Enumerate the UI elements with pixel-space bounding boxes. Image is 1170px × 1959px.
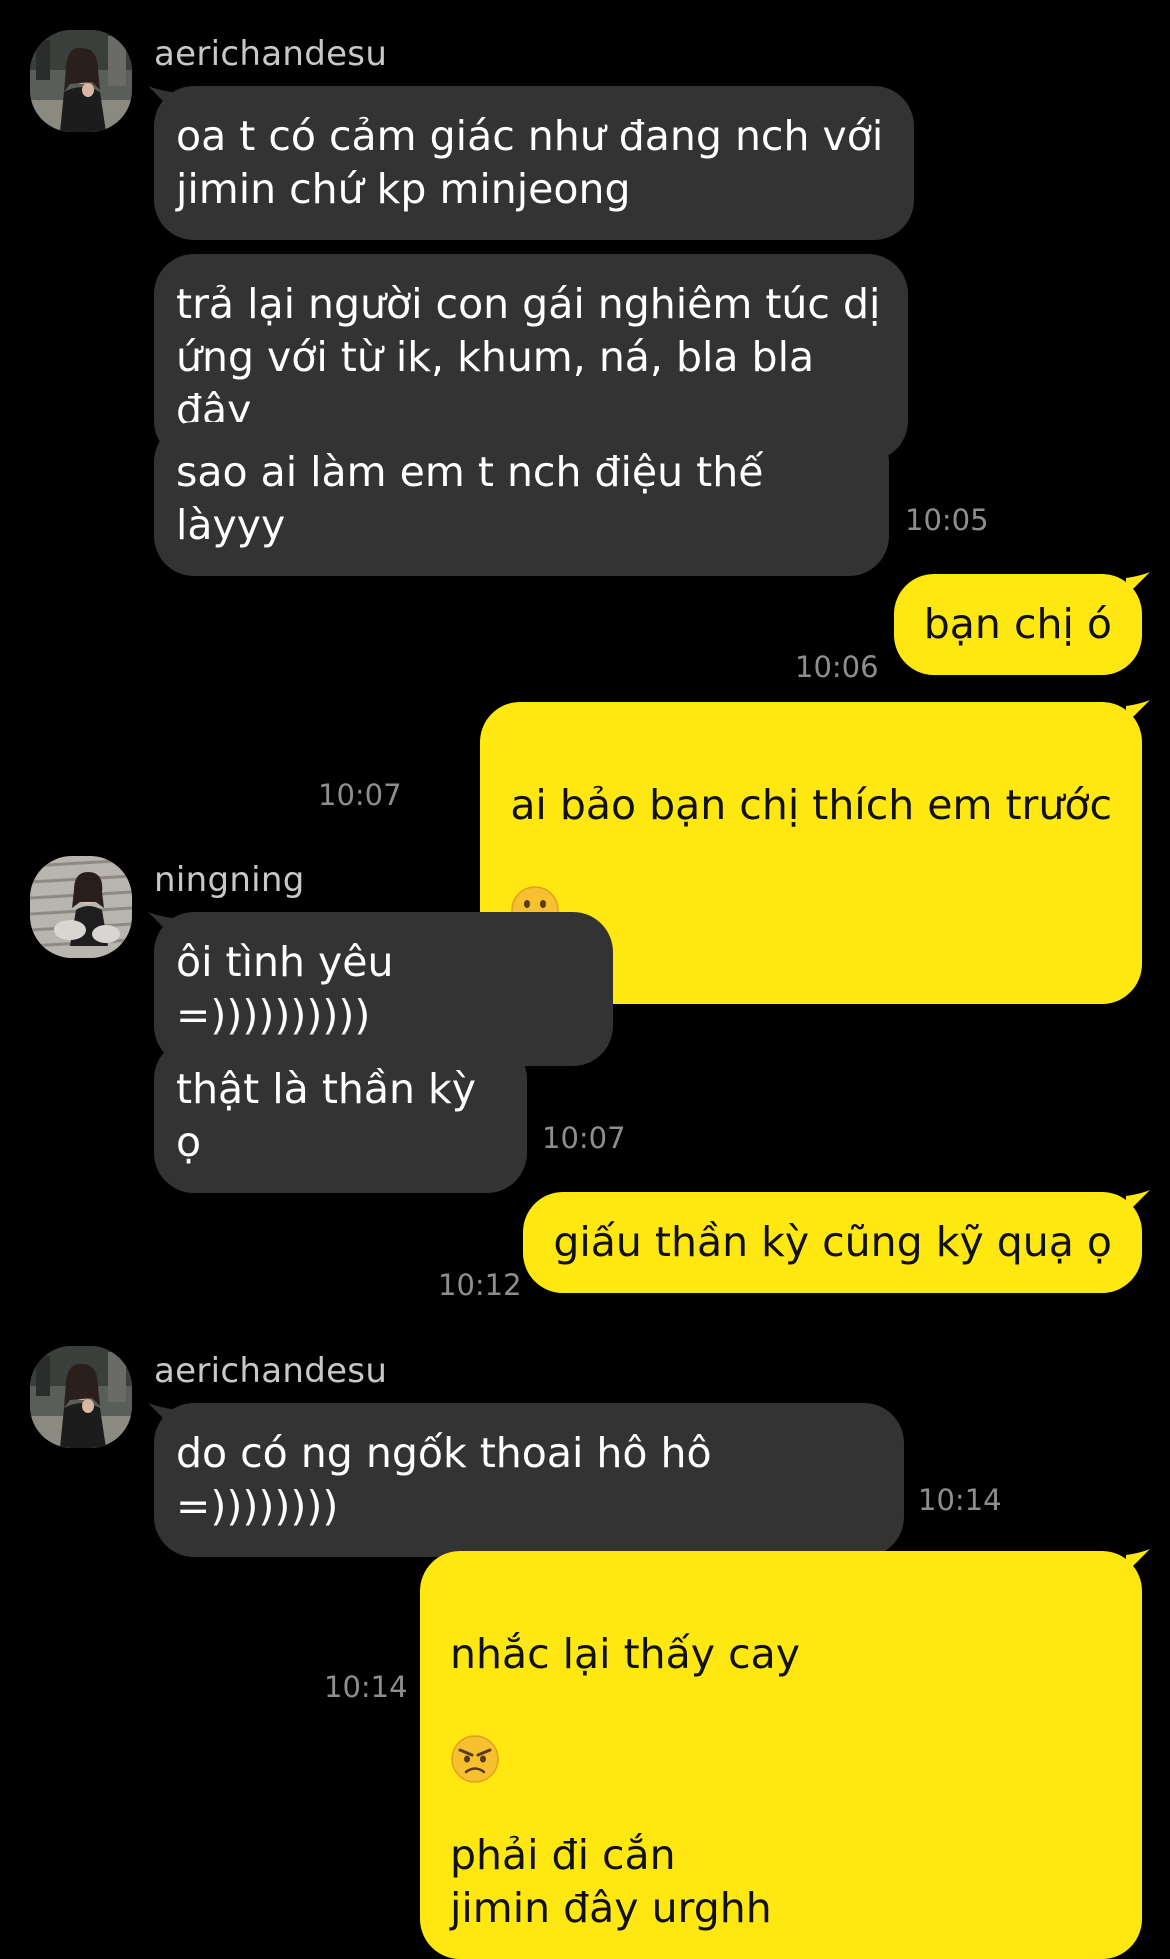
profile-photo — [30, 856, 132, 958]
bubble-tail — [1126, 1549, 1150, 1573]
sender-name: aerichandesu — [154, 1351, 388, 1391]
angry-face-icon — [450, 1681, 500, 1783]
message-bubble[interactable]: giấu thần kỳ cũng kỹ quạ ọ — [523, 1192, 1142, 1293]
message-bubble[interactable]: thật là thần kỳ ọ — [154, 1039, 527, 1193]
message-bubble[interactable]: sao ai làm em t nch điệu thế làyyy — [154, 422, 889, 576]
message-bubble[interactable]: oa t có cảm giác như đang nch với jimin … — [154, 86, 914, 240]
chat-thread[interactable]: aerichandesu oa t có cảm giác như đang n… — [0, 0, 1170, 1959]
message-time: 10:07 — [542, 1121, 626, 1155]
profile-photo — [30, 1346, 132, 1448]
avatar[interactable] — [30, 856, 132, 958]
bubble-tail — [1126, 572, 1150, 596]
bubble-tail — [1126, 700, 1150, 724]
message-bubble[interactable]: do có ng ngốk thoai hô hô =)))))))) — [154, 1403, 904, 1557]
message-time: 10:14 — [918, 1483, 1002, 1517]
profile-photo — [30, 30, 132, 132]
message-bubble[interactable]: bạn chị ó — [893, 574, 1142, 675]
avatar[interactable] — [30, 1346, 132, 1448]
avatar[interactable] — [30, 30, 132, 132]
message-text: phải đi cắn jimin đây urghh — [450, 1831, 772, 1932]
message-text: nhắc lại thấy cay — [450, 1630, 801, 1678]
face-with-tongue-icon — [510, 832, 560, 934]
sender-name: aerichandesu — [154, 34, 388, 74]
bubble-tail — [1126, 1190, 1150, 1214]
message-text: ai bảo bạn chị thích em trước — [510, 781, 1112, 829]
message-time: 10:06 — [795, 650, 879, 684]
message-time: 10:14 — [324, 1670, 408, 1704]
message-time: 10:05 — [905, 503, 989, 537]
message-bubble[interactable]: nhắc lại thấy cay phải đi cắn jimin đây … — [420, 1551, 1142, 1959]
message-time: 10:07 — [318, 778, 402, 812]
message-time: 10:12 — [438, 1268, 522, 1302]
sender-name: ningning — [154, 860, 305, 900]
